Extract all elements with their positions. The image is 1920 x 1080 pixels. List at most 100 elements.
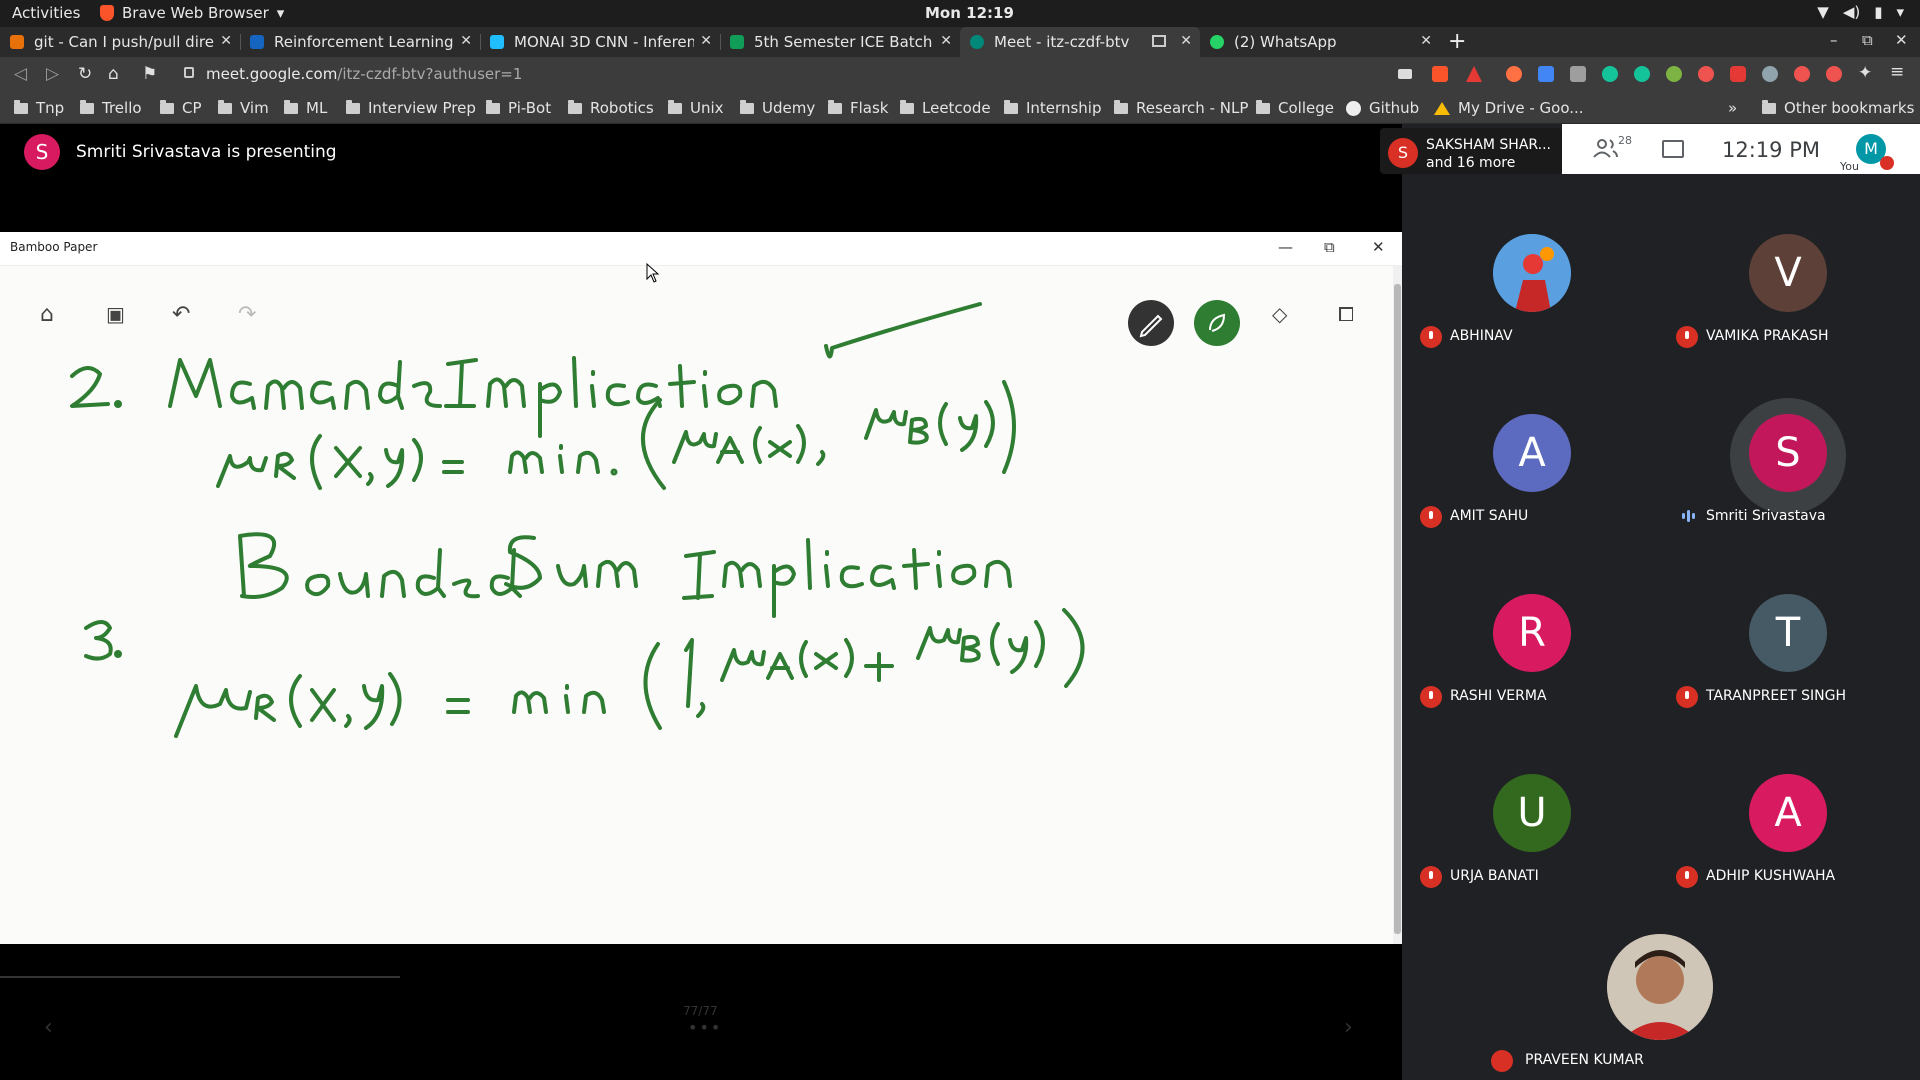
bookmark-folder[interactable]: Tnp	[14, 99, 64, 117]
grammarly-icon[interactable]	[1602, 66, 1618, 82]
tab-git[interactable]: git - Can I push/pull directly ✕	[0, 27, 240, 57]
reload-icon[interactable]: ↻	[78, 64, 92, 84]
participant-tile[interactable]: PRAVEEN KUMAR	[1483, 898, 1838, 1080]
menu-icon[interactable]: ≡	[1890, 62, 1904, 82]
mouse-cursor-icon	[646, 263, 660, 283]
bookmark-drive[interactable]: My Drive - Goo...	[1434, 99, 1584, 117]
participant-tile[interactable]: T TARANPREET SINGH	[1660, 586, 1918, 766]
tab-title: git - Can I push/pull directly	[34, 33, 214, 51]
profile-photo-icon	[1607, 934, 1713, 1040]
brave-shields-icon[interactable]	[1432, 66, 1448, 82]
close-icon[interactable]: ✕	[940, 33, 952, 49]
window-titlebar: Bamboo Paper — ⧉ ✕	[0, 232, 1402, 266]
system-clock[interactable]: Mon 12:19	[925, 4, 1014, 22]
alarm-icon[interactable]	[1698, 66, 1714, 82]
avatar: R	[1493, 594, 1571, 672]
close-icon[interactable]: ✕	[700, 33, 712, 49]
bookmark-folder[interactable]: Internship	[1004, 99, 1101, 117]
new-tab-button[interactable]: +	[1448, 29, 1466, 54]
drawing-canvas[interactable]: ⌂ ▣ ↶ ↷ ◇ ⧠ ‹ 77/77 ••• ›	[0, 266, 1393, 1040]
tab-whatsapp[interactable]: (2) WhatsApp ✕	[1200, 27, 1440, 57]
app-menu-label: Brave Web Browser	[122, 4, 269, 22]
bookmark-folder[interactable]: Flask	[828, 99, 889, 117]
extension-icon[interactable]	[1762, 66, 1778, 82]
next-page-icon[interactable]: ›	[1344, 1015, 1353, 1040]
bookmark-folder[interactable]: CP	[160, 99, 202, 117]
avatar: S	[1749, 414, 1827, 492]
mic-off-icon	[1676, 866, 1698, 888]
restore-window-button[interactable]: ⧉	[1862, 31, 1873, 49]
people-button[interactable]: 28	[1592, 134, 1632, 158]
bookmark-folder[interactable]: Vim	[218, 99, 269, 117]
avatar	[1607, 934, 1713, 1040]
system-tray[interactable]: ▼ ◀) ▮ ▾	[1817, 3, 1904, 21]
scrollbar-thumb[interactable]	[1394, 284, 1401, 934]
camera-icon[interactable]	[1398, 69, 1412, 79]
activities-button[interactable]: Activities	[12, 4, 80, 22]
minimize-window-button[interactable]: —	[1278, 238, 1293, 256]
tab-monai[interactable]: MONAI 3D CNN - Inference ✕	[480, 27, 720, 57]
participant-tile[interactable]: ABHINAV	[1404, 226, 1662, 406]
participant-tile-speaking[interactable]: S Smriti Srivastava	[1660, 398, 1918, 586]
bookmark-folder[interactable]: Leetcode	[900, 99, 991, 117]
participant-tile[interactable]: R RASHI VERMA	[1404, 586, 1662, 766]
extension-icon[interactable]	[1826, 66, 1842, 82]
bookmark-folder[interactable]: Interview Prep	[346, 99, 476, 117]
puzzle-icon[interactable]: ✦	[1858, 63, 1872, 83]
minimize-window-button[interactable]: –	[1830, 31, 1838, 49]
close-window-button[interactable]: ✕	[1895, 31, 1908, 49]
page-indicator: 77/77	[683, 1004, 718, 1018]
vertical-scrollbar[interactable]	[1393, 266, 1402, 944]
restore-window-button[interactable]: ⧉	[1324, 238, 1335, 256]
close-window-button[interactable]: ✕	[1372, 238, 1385, 256]
tab-classroom[interactable]: 5th Semester ICE Batch 2 ✕	[720, 27, 960, 57]
folder-icon	[668, 99, 682, 114]
home-icon[interactable]: ⌂	[108, 64, 119, 84]
active-speakers-chip[interactable]: S SAKSHAM SHAR... and 16 more	[1380, 128, 1562, 174]
extension-icon[interactable]	[1794, 66, 1810, 82]
folder-icon	[218, 99, 232, 114]
folder-icon	[740, 99, 754, 114]
app-menu[interactable]: Brave Web Browser ▾	[100, 4, 284, 22]
bookmark-icon[interactable]: ⚑	[142, 64, 157, 84]
bookmark-folder[interactable]: College	[1256, 99, 1334, 117]
participant-name: AMIT SAHU	[1450, 508, 1529, 524]
add-icon[interactable]	[1666, 66, 1682, 82]
close-icon[interactable]: ✕	[220, 33, 232, 49]
bookmark-folder[interactable]: Unix	[668, 99, 724, 117]
tab-title: (2) WhatsApp	[1234, 33, 1337, 51]
bookmark-folder[interactable]: Trello	[80, 99, 142, 117]
participant-tile[interactable]: A AMIT SAHU	[1404, 406, 1662, 586]
bookmark-folder[interactable]: Udemy	[740, 99, 815, 117]
address-bar[interactable]: meet.google.com/itz-czdf-btv?authuser=1	[172, 61, 1422, 88]
more-bookmarks-icon[interactable]: »	[1728, 99, 1737, 117]
bookmark-folder[interactable]: Pi-Bot	[486, 99, 551, 117]
previous-page-icon[interactable]: ‹	[44, 1015, 53, 1040]
extension-icon[interactable]	[1570, 66, 1586, 82]
mic-off-icon	[1420, 686, 1442, 708]
bookmark-folder[interactable]: Research - NLP	[1114, 99, 1248, 117]
participant-tile[interactable]: V VAMIKA PRAKASH	[1660, 226, 1918, 406]
extension-icon[interactable]	[1506, 66, 1522, 82]
bookmark-github[interactable]: Github	[1346, 99, 1419, 117]
tab-reinforcement-learning[interactable]: Reinforcement Learning in ✕	[240, 27, 480, 57]
grammarly-icon[interactable]	[1634, 66, 1650, 82]
translate-icon[interactable]	[1538, 66, 1554, 82]
meet-clock: 12:19 PM	[1722, 138, 1820, 162]
close-icon[interactable]: ✕	[1180, 33, 1192, 49]
brave-rewards-icon[interactable]	[1466, 66, 1482, 82]
bookmark-folder[interactable]: ML	[284, 99, 327, 117]
bookmark-folder[interactable]: Robotics	[568, 99, 654, 117]
folder-icon	[568, 99, 582, 114]
drive-icon	[1434, 101, 1450, 115]
close-icon[interactable]: ✕	[1420, 33, 1432, 49]
url-text[interactable]: meet.google.com/itz-czdf-btv?authuser=1	[206, 65, 522, 83]
shield-icon[interactable]	[1730, 66, 1746, 82]
close-icon[interactable]: ✕	[460, 33, 472, 49]
back-icon[interactable]: ◁	[14, 64, 27, 84]
more-options-icon[interactable]: •••	[688, 1018, 722, 1037]
tab-meet[interactable]: Meet - itz-czdf-btv ✕	[960, 27, 1200, 57]
chat-icon[interactable]	[1662, 140, 1684, 158]
forward-icon[interactable]: ▷	[46, 64, 59, 84]
bookmark-other[interactable]: Other bookmarks	[1762, 99, 1914, 117]
